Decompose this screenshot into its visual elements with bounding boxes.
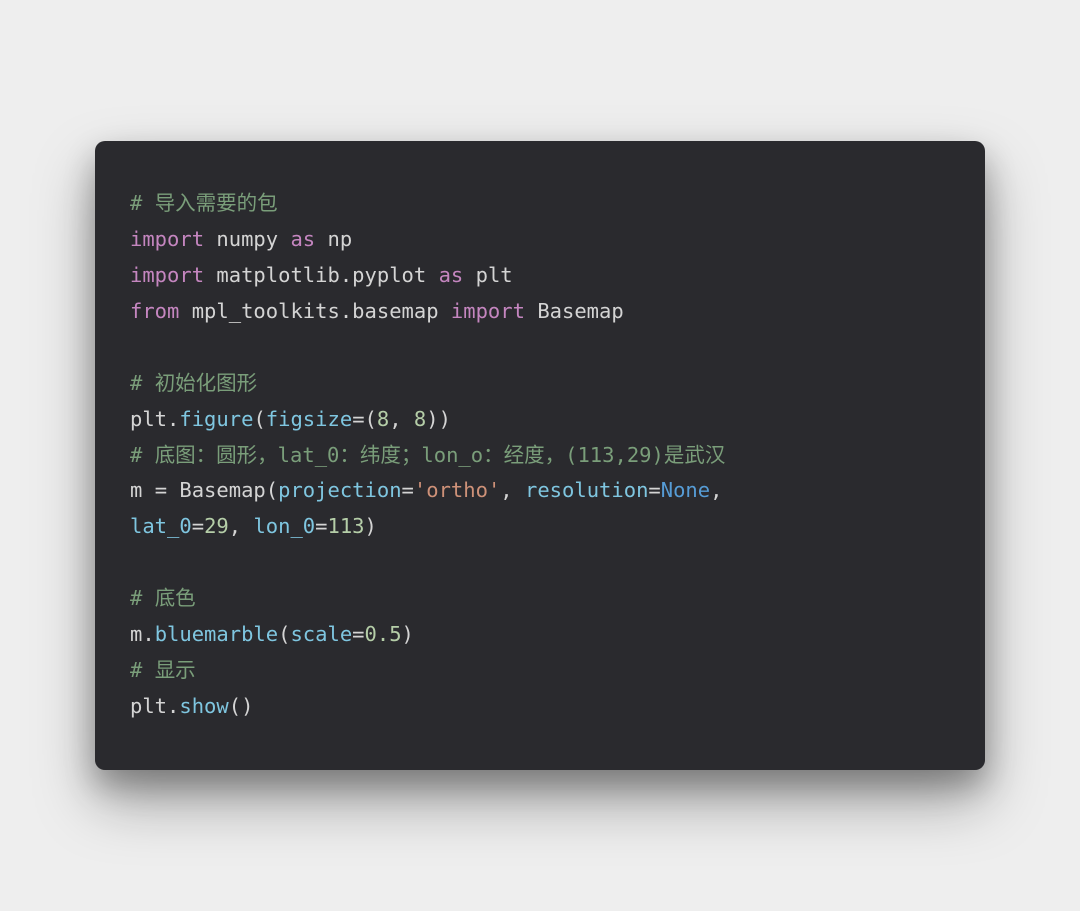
code-line: lat_0=29, lon_0=113)	[130, 514, 377, 538]
code-line: m = Basemap(projection='ortho', resoluti…	[130, 478, 722, 502]
code-block: # 导入需要的包 import numpy as np import matpl…	[95, 141, 985, 769]
code-line: plt.figure(figsize=(8, 8))	[130, 407, 451, 431]
code-line: from mpl_toolkits.basemap import Basemap	[130, 299, 624, 323]
comment-line: # 导入需要的包	[130, 191, 278, 215]
comment-line: # 底图：圆形，lat_0：纬度；lon_o：经度，(113,29)是武汉	[130, 443, 725, 467]
code-line: plt.show()	[130, 694, 253, 718]
code-line: import numpy as np	[130, 227, 352, 251]
code-line: m.bluemarble(scale=0.5)	[130, 622, 414, 646]
comment-line: # 底色	[130, 586, 196, 610]
code-content: # 导入需要的包 import numpy as np import matpl…	[130, 186, 950, 724]
comment-line: # 初始化图形	[130, 371, 257, 395]
code-line: import matplotlib.pyplot as plt	[130, 263, 513, 287]
comment-line: # 显示	[130, 658, 196, 682]
